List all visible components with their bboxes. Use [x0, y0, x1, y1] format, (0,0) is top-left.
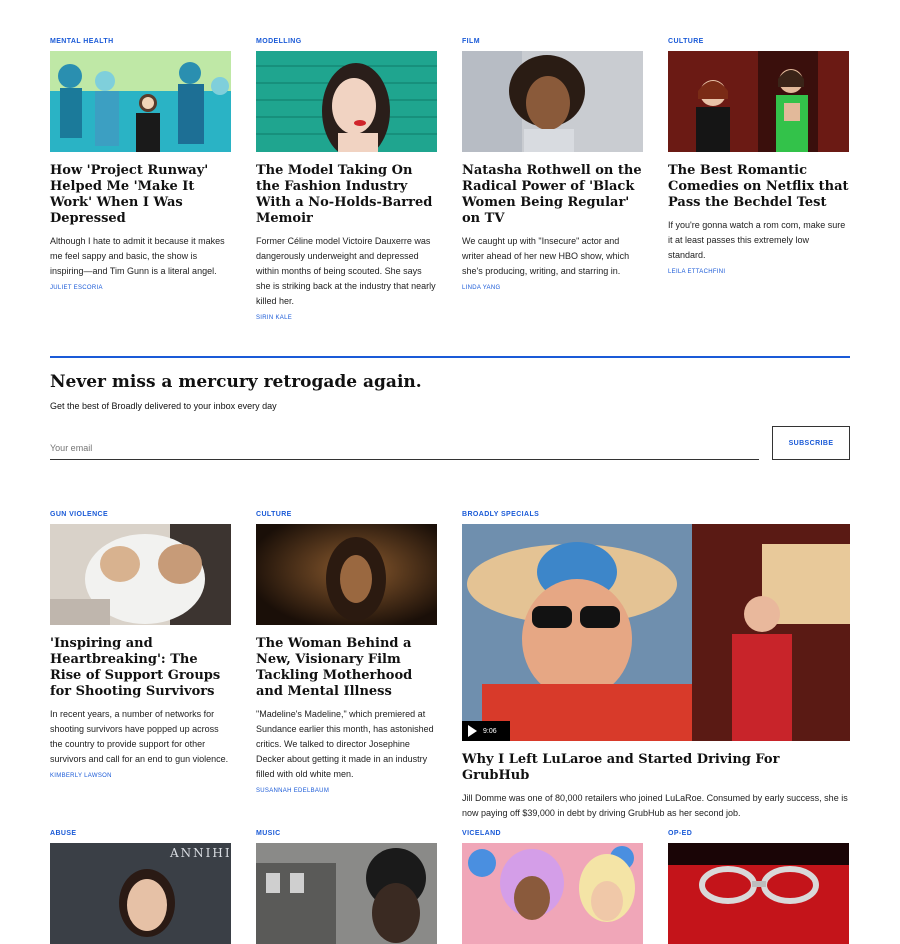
newsletter-heading: Never miss a mercury retrogade again.: [50, 372, 422, 392]
article-card[interactable]: OP-ED: [668, 829, 849, 944]
category-label[interactable]: CULTURE: [256, 510, 437, 520]
article-thumbnail[interactable]: [256, 524, 437, 625]
article-card[interactable]: CULTURE The Best Romantic Comedies on Ne…: [668, 37, 849, 321]
category-label[interactable]: MODELLING: [256, 37, 437, 47]
article-thumbnail[interactable]: [50, 51, 231, 152]
article-row-3: ABUSE ANNIHI MUSIC VICELAND OP-ED: [50, 829, 850, 944]
featured-video-card[interactable]: BROADLY SPECIALS 9:06 Why I Left LuLaroe…: [462, 510, 850, 821]
image-caption-text: ANNIHI: [169, 846, 231, 860]
article-card[interactable]: VICELAND: [462, 829, 643, 944]
article-title[interactable]: Natasha Rothwell on the Radical Power of…: [462, 163, 643, 227]
email-input[interactable]: [50, 437, 759, 460]
category-label[interactable]: ABUSE: [50, 829, 231, 839]
article-thumbnail[interactable]: [668, 51, 849, 152]
author-byline[interactable]: SUSANNAH EDELBAUM: [256, 788, 437, 794]
article-thumbnail[interactable]: [462, 51, 643, 152]
category-label[interactable]: BROADLY SPECIALS: [462, 510, 850, 520]
article-summary: If you're gonna watch a rom com, make su…: [668, 220, 846, 260]
video-play-button[interactable]: 9:06: [462, 721, 510, 741]
article-card[interactable]: FILM Natasha Rothwell on the Radical Pow…: [462, 37, 643, 321]
video-thumbnail[interactable]: 9:06: [462, 524, 850, 741]
category-label[interactable]: GUN VIOLENCE: [50, 510, 231, 520]
article-summary: Jill Domme was one of 80,000 retailers w…: [462, 793, 848, 818]
category-label[interactable]: MENTAL HEALTH: [50, 37, 231, 47]
category-label[interactable]: OP-ED: [668, 829, 849, 839]
author-byline[interactable]: LINDA YANG: [462, 285, 643, 291]
article-thumbnail[interactable]: ANNIHI: [50, 843, 231, 944]
category-label[interactable]: VICELAND: [462, 829, 643, 839]
article-card[interactable]: MENTAL HEALTH How 'Project Runway' Helpe…: [50, 37, 231, 321]
subscribe-button[interactable]: SUBSCRIBE: [772, 426, 850, 460]
author-byline[interactable]: JULIET ESCORIA: [50, 285, 231, 291]
article-summary: In recent years, a number of networks fo…: [50, 709, 229, 764]
article-card[interactable]: GUN VIOLENCE 'Inspiring and Heartbreakin…: [50, 510, 231, 779]
article-card[interactable]: MODELLING The Model Taking On the Fashio…: [256, 37, 437, 321]
article-card[interactable]: CULTURE The Woman Behind a New, Visionar…: [256, 510, 437, 794]
article-summary: "Madeline's Madeline," which premiered a…: [256, 709, 434, 779]
article-summary: Former Céline model Victoire Dauxerre wa…: [256, 236, 436, 306]
article-thumbnail[interactable]: [256, 843, 437, 944]
category-label[interactable]: CULTURE: [668, 37, 849, 47]
author-byline[interactable]: KIMBERLY LAWSON: [50, 773, 231, 779]
newsletter-subheading: Get the best of Broadly delivered to you…: [50, 401, 277, 411]
category-label[interactable]: FILM: [462, 37, 643, 47]
article-summary: Although I hate to admit it because it m…: [50, 236, 225, 276]
newsletter-signup: Never miss a mercury retrogade again. Ge…: [50, 356, 850, 460]
article-card[interactable]: ABUSE ANNIHI: [50, 829, 231, 944]
category-label[interactable]: MUSIC: [256, 829, 437, 839]
article-thumbnail[interactable]: [256, 51, 437, 152]
author-byline[interactable]: LEILA ETTACHFINI: [668, 269, 849, 275]
play-icon: [468, 725, 477, 737]
article-row-1: MENTAL HEALTH How 'Project Runway' Helpe…: [50, 37, 850, 321]
article-title[interactable]: How 'Project Runway' Helped Me 'Make It …: [50, 163, 231, 227]
article-card[interactable]: MUSIC: [256, 829, 437, 944]
article-thumbnail[interactable]: [668, 843, 849, 944]
video-duration: 9:06: [483, 727, 497, 735]
article-title[interactable]: 'Inspiring and Heartbreaking': The Rise …: [50, 636, 231, 700]
article-thumbnail[interactable]: [462, 843, 643, 944]
article-title[interactable]: The Model Taking On the Fashion Industry…: [256, 163, 437, 227]
article-title[interactable]: The Best Romantic Comedies on Netflix th…: [668, 163, 849, 211]
author-byline[interactable]: SIRIN KALE: [256, 315, 437, 321]
article-summary: We caught up with "Insecure" actor and w…: [462, 236, 630, 276]
article-thumbnail[interactable]: [50, 524, 231, 625]
article-title[interactable]: Why I Left LuLaroe and Started Driving F…: [462, 752, 850, 784]
article-title[interactable]: The Woman Behind a New, Visionary Film T…: [256, 636, 437, 700]
